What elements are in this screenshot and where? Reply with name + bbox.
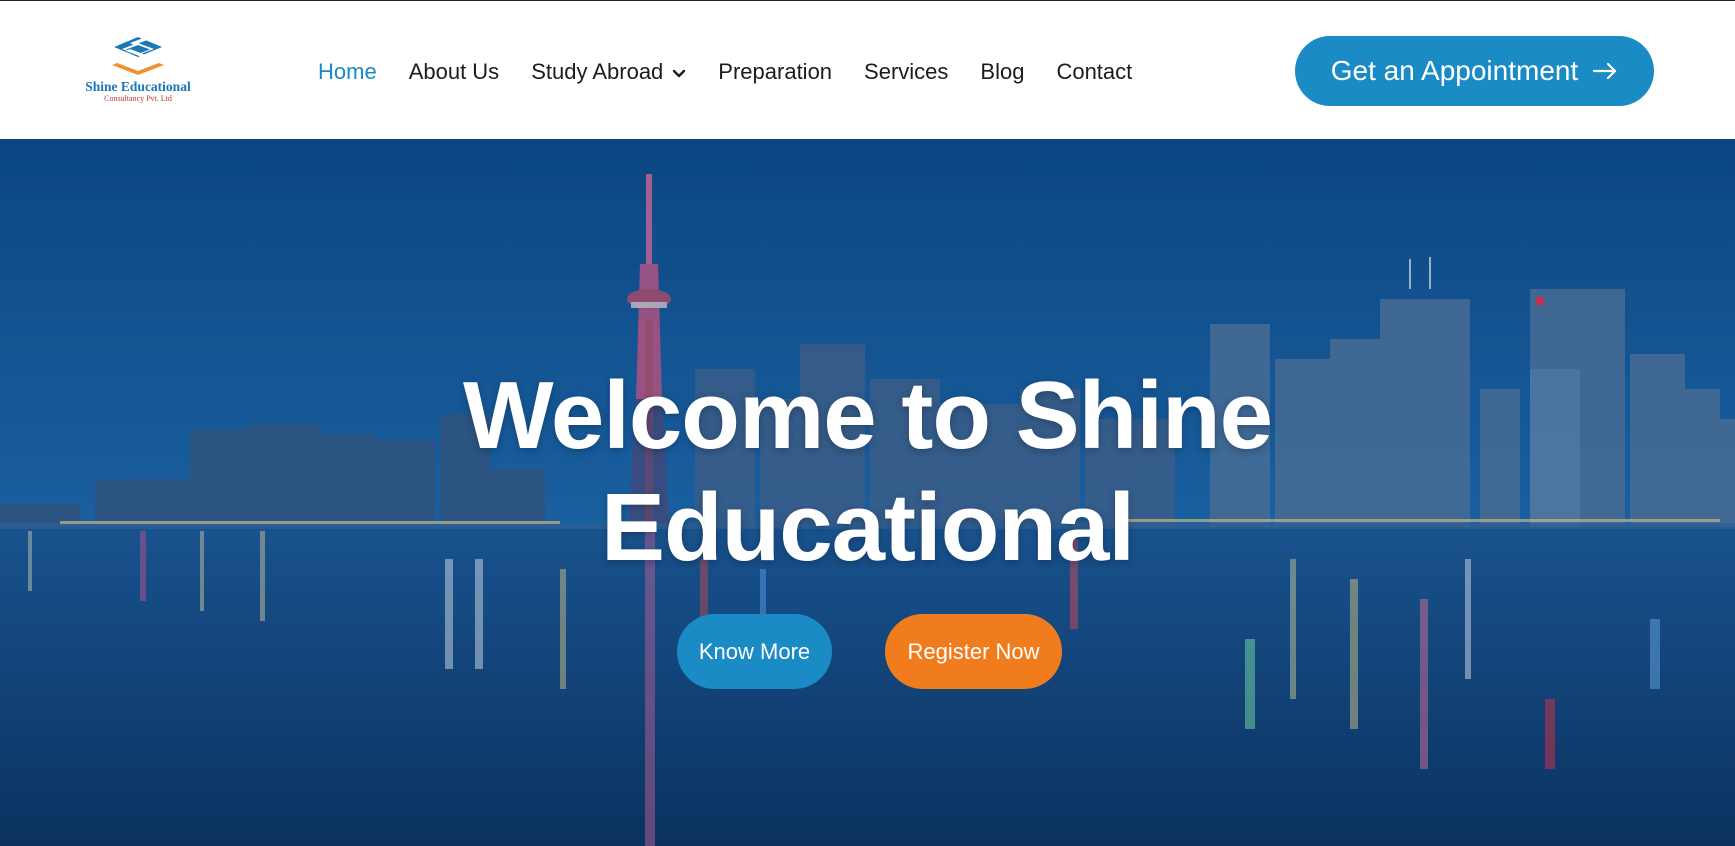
- hero-title-line2: Educational: [600, 474, 1135, 581]
- get-appointment-button[interactable]: Get an Appointment: [1295, 36, 1654, 106]
- brand-logo[interactable]: Shine Educational Consultancy Pvt. Ltd: [78, 35, 198, 107]
- nav-item-label: Home: [318, 59, 377, 84]
- know-more-button[interactable]: Know More: [677, 614, 832, 689]
- nav-item-label: About Us: [408, 59, 500, 84]
- stacked-book-logo-icon: [112, 37, 164, 75]
- nav-item-label: Blog: [980, 59, 1025, 84]
- nav-item-label: Services: [864, 59, 949, 84]
- brand-name: Shine Educational: [85, 79, 191, 94]
- nav-item-study-abroad[interactable]: Study Abroad: [531, 59, 686, 85]
- hero-title-line1: Welcome to Shine: [462, 362, 1273, 469]
- nav-item-blog[interactable]: Blog: [980, 59, 1024, 85]
- nav-item-label: Contact: [1056, 59, 1133, 84]
- nav-item-preparation[interactable]: Preparation: [718, 59, 832, 85]
- nav-item-label: Preparation: [718, 59, 833, 84]
- hero-title: Welcome to Shine Educational: [0, 360, 1735, 584]
- chevron-down-icon: [672, 59, 686, 85]
- get-appointment-label: Get an Appointment: [1330, 55, 1579, 86]
- nav-item-services[interactable]: Services: [864, 59, 948, 85]
- arrow-right-icon: [1592, 55, 1618, 87]
- site-header: Shine Educational Consultancy Pvt. Ltd H…: [0, 1, 1735, 139]
- brand-subtitle: Consultancy Pvt. Ltd: [104, 94, 172, 103]
- nav-item-contact[interactable]: Contact: [1056, 59, 1132, 85]
- hero-section: Welcome to Shine Educational Know More R…: [0, 139, 1735, 846]
- main-nav: Home About Us Study Abroad Preparation S…: [318, 57, 1164, 87]
- nav-item-about-us[interactable]: About Us: [409, 59, 500, 85]
- nav-item-home[interactable]: Home: [318, 59, 377, 85]
- nav-item-label: Study Abroad: [531, 59, 664, 84]
- register-now-button[interactable]: Register Now: [885, 614, 1062, 689]
